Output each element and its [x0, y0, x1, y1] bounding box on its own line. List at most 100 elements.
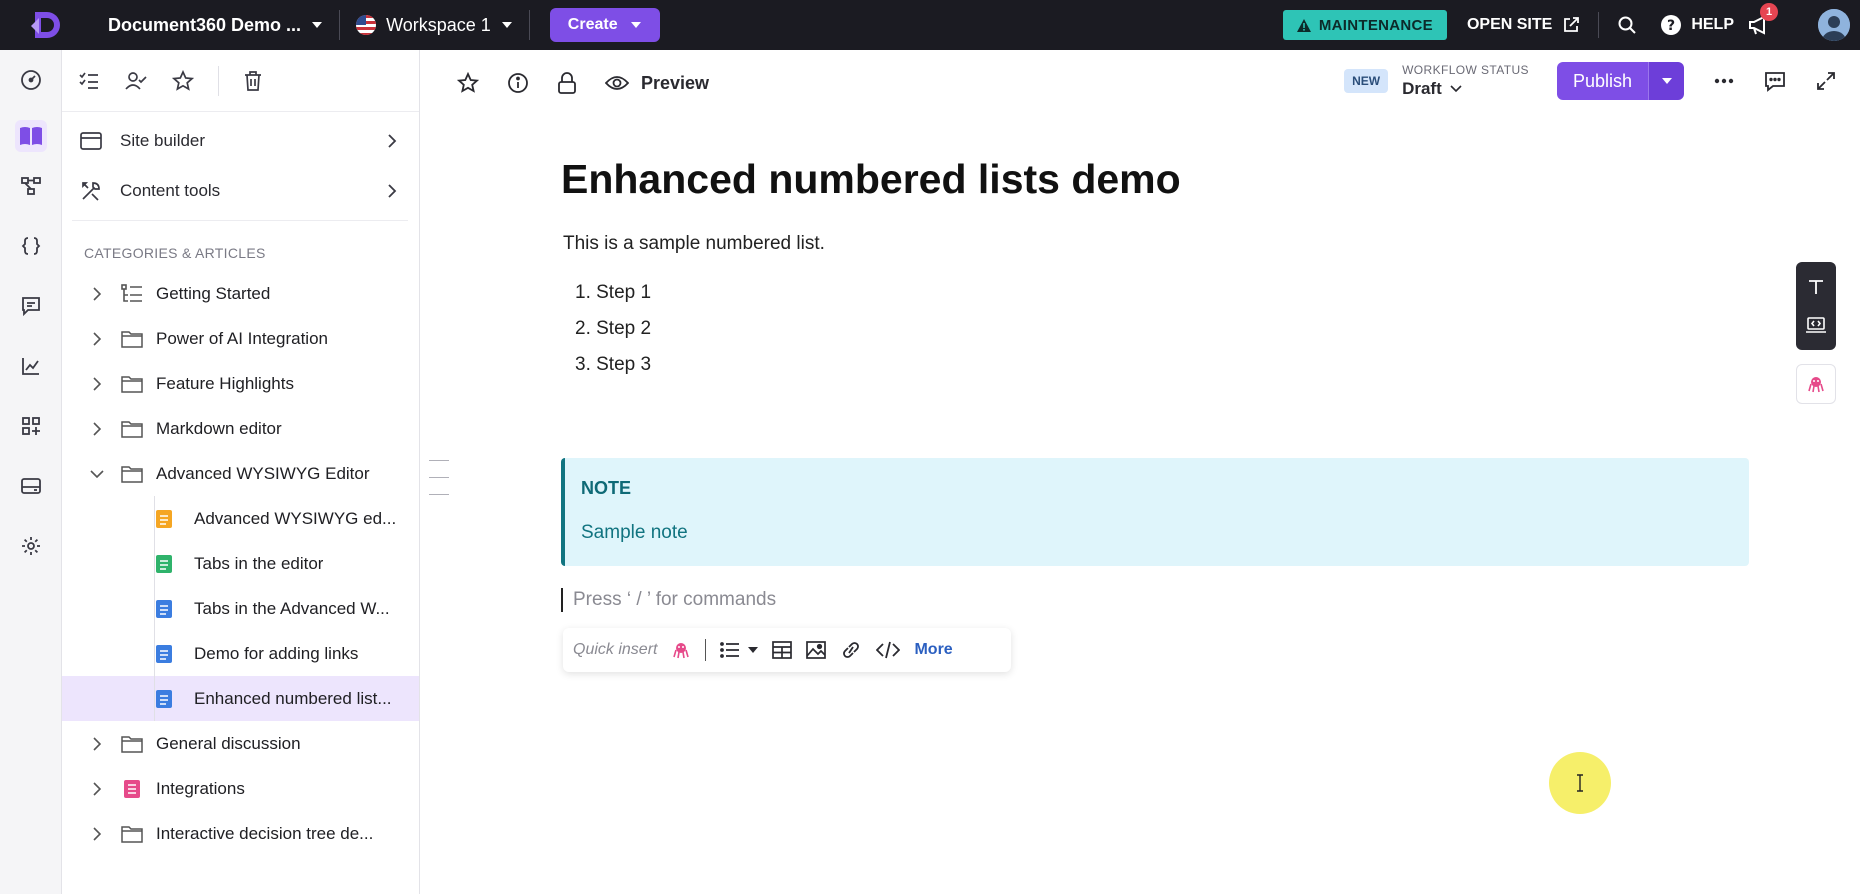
- comment-icon[interactable]: [1764, 70, 1786, 92]
- workspace-selector[interactable]: Workspace 1: [356, 15, 513, 36]
- sidebar-toolbar: [62, 50, 419, 112]
- documentation-icon[interactable]: [15, 120, 47, 152]
- preview-button[interactable]: Preview: [605, 73, 709, 94]
- help-icon: ?: [1661, 15, 1682, 35]
- tree-item-article[interactable]: Demo for adding links: [62, 631, 419, 676]
- chevron-right-icon[interactable]: [93, 736, 101, 751]
- article-paragraph[interactable]: This is a sample numbered list.: [563, 233, 1761, 255]
- tree-item-integrations[interactable]: Integrations: [62, 766, 419, 811]
- maintenance-button[interactable]: MAINTENANCE: [1282, 10, 1447, 40]
- chevron-right-icon[interactable]: [93, 331, 101, 346]
- browser-icon: [80, 132, 102, 150]
- note-callout[interactable]: NOTE Sample note: [561, 458, 1749, 566]
- announcements-button[interactable]: 1: [1748, 3, 1778, 35]
- article-icon: [156, 689, 172, 708]
- text-format-icon[interactable]: [1796, 268, 1836, 306]
- tree-item-label: Enhanced numbered list...: [194, 688, 392, 708]
- search-icon[interactable]: [1617, 15, 1637, 35]
- tree-item-power-of-ai[interactable]: Power of AI Integration: [62, 316, 419, 361]
- tree-item-feature-highlights[interactable]: Feature Highlights: [62, 361, 419, 406]
- checklist-icon[interactable]: [78, 70, 100, 92]
- ai-assistant-icon[interactable]: [671, 640, 691, 660]
- api-hub-icon[interactable]: [15, 170, 47, 202]
- resize-handle[interactable]: [421, 460, 451, 511]
- trash-icon[interactable]: [243, 70, 263, 92]
- list-item[interactable]: 2. Step 2: [575, 311, 1761, 347]
- chevron-down-icon: [1450, 85, 1462, 93]
- image-icon[interactable]: [806, 641, 827, 659]
- tree-item-getting-started[interactable]: Getting Started: [62, 271, 419, 316]
- star-icon[interactable]: [457, 72, 479, 94]
- open-site-link[interactable]: OPEN SITE: [1467, 16, 1580, 34]
- tree-item-article[interactable]: Tabs in the Advanced W...: [62, 586, 419, 631]
- tree-item-label: General discussion: [156, 733, 301, 753]
- mouse-cursor-highlight: [1549, 752, 1611, 814]
- article-title[interactable]: Enhanced numbered lists demo: [561, 156, 1761, 203]
- top-bar: Document360 Demo ... Workspace 1 Create …: [0, 0, 1860, 50]
- list-item[interactable]: 1. Step 1: [575, 275, 1761, 311]
- tree-item-markdown-editor[interactable]: Markdown editor: [62, 406, 419, 451]
- publish-dropdown-button[interactable]: [1648, 62, 1684, 100]
- embed-media-icon[interactable]: [1796, 306, 1836, 344]
- expand-icon[interactable]: [1816, 71, 1836, 91]
- chevron-right-icon: [388, 184, 397, 198]
- code-block-icon[interactable]: [876, 641, 901, 659]
- divider: [705, 639, 707, 661]
- caret-down-icon[interactable]: [748, 646, 759, 654]
- tree-item-label: Demo for adding links: [194, 643, 359, 663]
- content-tools-link[interactable]: Content tools: [62, 166, 419, 216]
- numbered-list[interactable]: 1. Step 1 2. Step 2 3. Step 3: [575, 275, 1761, 383]
- workflow-status[interactable]: WORKFLOW STATUS Draft: [1402, 63, 1529, 99]
- chevron-right-icon[interactable]: [93, 826, 101, 841]
- avatar[interactable]: [1818, 9, 1850, 41]
- tree-item-advanced-wysiwyg-editor[interactable]: Advanced WYSIWYG Editor: [62, 451, 419, 496]
- command-prompt-line[interactable]: Press ‘ / ’ for commands: [561, 588, 776, 612]
- ai-assistant-button[interactable]: [1796, 364, 1836, 404]
- link-icon[interactable]: [840, 641, 862, 659]
- create-button[interactable]: Create: [549, 8, 660, 42]
- floating-side-tools: [1796, 262, 1836, 404]
- tree-item-article[interactable]: Advanced WYSIWYG ed...: [62, 496, 419, 541]
- code-icon[interactable]: [15, 230, 47, 262]
- settings-icon[interactable]: [15, 530, 47, 562]
- project-selector[interactable]: Document360 Demo ...: [108, 15, 323, 36]
- user-check-icon[interactable]: [124, 70, 148, 92]
- table-icon[interactable]: [772, 641, 793, 659]
- publish-button[interactable]: Publish: [1556, 62, 1648, 100]
- note-heading: NOTE: [581, 478, 632, 498]
- feedback-icon[interactable]: [15, 290, 47, 322]
- info-icon[interactable]: [507, 72, 529, 94]
- bulleted-list-icon[interactable]: [720, 642, 740, 658]
- chevron-down-icon[interactable]: [90, 469, 104, 478]
- new-badge: NEW: [1344, 69, 1389, 93]
- categories-heading: CATEGORIES & ARTICLES: [84, 245, 266, 261]
- article-icon: [156, 644, 172, 663]
- analytics-icon[interactable]: [15, 350, 47, 382]
- tree-item-article[interactable]: Tabs in the editor: [62, 541, 419, 586]
- dashboard-icon[interactable]: [15, 64, 47, 96]
- help-button[interactable]: ? HELP: [1661, 15, 1734, 35]
- widgets-icon[interactable]: [15, 470, 47, 502]
- workflow-status-value[interactable]: Draft: [1402, 79, 1529, 99]
- list-item[interactable]: 3. Step 3: [575, 347, 1761, 383]
- list-number: 2.: [575, 318, 597, 339]
- chevron-right-icon[interactable]: [93, 781, 101, 796]
- lock-icon[interactable]: [557, 72, 577, 94]
- apps-icon[interactable]: [15, 410, 47, 442]
- chevron-right-icon[interactable]: [93, 421, 101, 436]
- tree-item-general-discussion[interactable]: General discussion: [62, 721, 419, 766]
- tree-item-article-selected[interactable]: Enhanced numbered list...: [62, 676, 419, 721]
- article-editor[interactable]: Enhanced numbered lists demo This is a s…: [561, 156, 1761, 672]
- star-icon[interactable]: [172, 69, 194, 92]
- tree-item-interactive-decision-tree[interactable]: Interactive decision tree de...: [62, 811, 419, 856]
- tree-guide-line: [154, 496, 155, 541]
- chevron-right-icon[interactable]: [93, 286, 101, 301]
- site-builder-link[interactable]: Site builder: [62, 116, 419, 166]
- warning-icon: [1296, 18, 1311, 32]
- note-body[interactable]: Sample note: [581, 522, 688, 544]
- chevron-right-icon[interactable]: [93, 376, 101, 391]
- more-insert-button[interactable]: More: [914, 641, 952, 659]
- more-options-icon[interactable]: [1714, 78, 1734, 84]
- caret-down-icon: [1661, 78, 1672, 84]
- document360-logo-icon[interactable]: [28, 7, 64, 43]
